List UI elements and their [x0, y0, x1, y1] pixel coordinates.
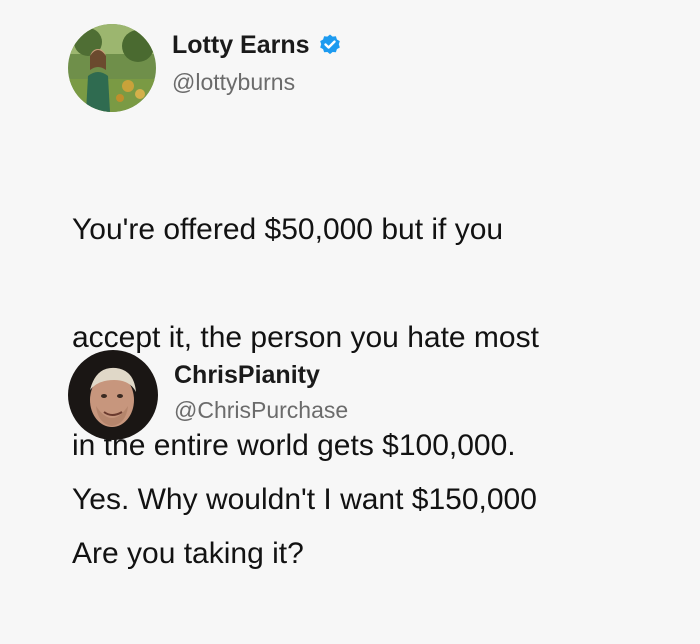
lotty-name-line: Lotty Earns [172, 30, 342, 60]
tweet-line: Are you taking it? [72, 537, 304, 570]
lotty-handle[interactable]: @lottyburns [172, 68, 295, 96]
lotty-avatar[interactable] [68, 24, 156, 112]
display-name[interactable]: Lotty Earns [172, 30, 310, 60]
reply-body: Yes. Why wouldn't I want $150,000 [72, 483, 537, 516]
tweet-body: You're offered $50,000 but if you accept… [72, 140, 682, 644]
verified-badge-icon [318, 33, 342, 57]
chris-handle[interactable]: @ChrisPurchase [174, 396, 348, 424]
profile-photo-face-icon [68, 350, 158, 440]
profile-photo-outdoor-icon [68, 24, 156, 112]
tweet-line: accept it, the person you hate most [72, 321, 539, 354]
tweet-line: in the entire world gets $100,000. [72, 429, 516, 462]
display-name[interactable]: ChrisPianity [174, 360, 320, 390]
chris-name-line: ChrisPianity [174, 360, 320, 390]
tweet-line: You're offered $50,000 but if you [72, 213, 504, 246]
chris-avatar[interactable] [68, 350, 158, 440]
